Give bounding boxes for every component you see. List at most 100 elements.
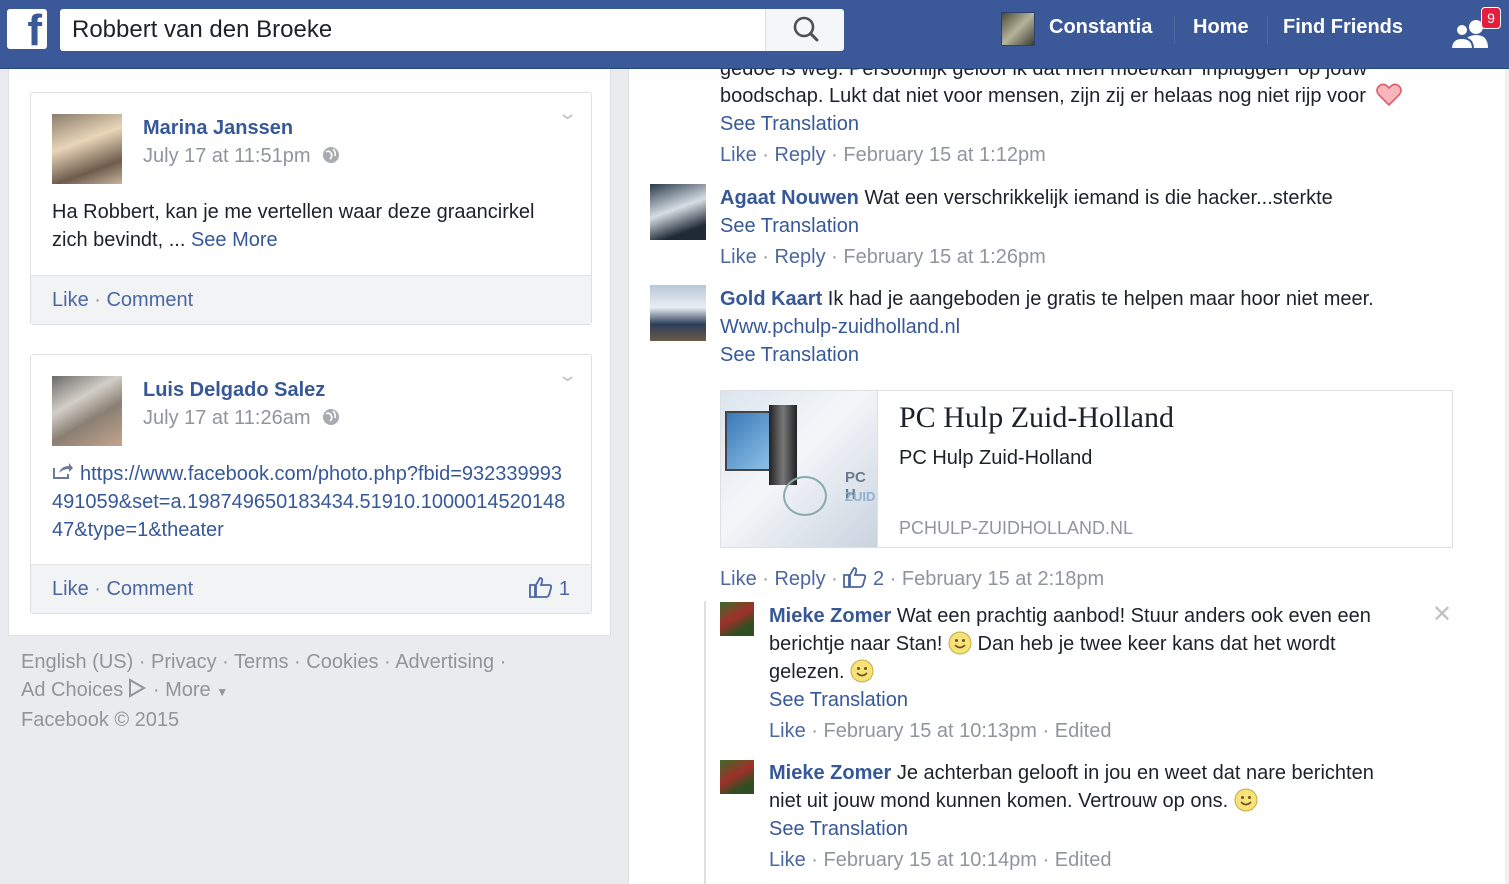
reply-timestamp[interactable]: February 15 at 10:14pm: [823, 849, 1036, 871]
see-translation-link[interactable]: See Translation: [720, 212, 859, 240]
reply-link[interactable]: Reply: [774, 246, 825, 268]
post-author[interactable]: Luis Delgado Salez: [143, 379, 325, 402]
like-link[interactable]: Like: [720, 144, 757, 166]
facebook-logo[interactable]: f: [7, 9, 47, 53]
footer-language-link[interactable]: English (US): [21, 651, 133, 673]
comment-link[interactable]: Comment: [106, 578, 193, 600]
comment-timestamp[interactable]: February 15 at 1:12pm: [843, 144, 1045, 166]
post-author[interactable]: Marina Janssen: [143, 117, 293, 140]
avatar[interactable]: [720, 602, 754, 636]
comment-actions: Like · Reply · February 15 at 1:26pm: [720, 246, 1046, 268]
comment-link[interactable]: Comment: [106, 289, 193, 311]
profile-avatar[interactable]: [1001, 12, 1035, 46]
avatar[interactable]: [650, 285, 706, 341]
post-card: Luis Delgado Salez July 17 at 11:26am ⌄ …: [30, 354, 592, 614]
post-text: Ha Robbert, kan je me vertellen waar dez…: [52, 201, 535, 251]
footer-terms-link[interactable]: Terms: [234, 651, 288, 673]
chevron-down-icon[interactable]: ⌄: [557, 103, 578, 124]
profile-name-link[interactable]: Constantia: [1049, 16, 1152, 39]
commenter-name[interactable]: Agaat Nouwen: [720, 187, 859, 209]
close-icon[interactable]: ✕: [1432, 600, 1452, 628]
search-input[interactable]: [60, 9, 765, 51]
commenter-name[interactable]: Mieke Zomer: [769, 605, 891, 627]
smiley-icon: [948, 631, 972, 655]
reply-text: Mieke Zomer Je achterban gelooft in jou …: [769, 762, 1374, 812]
comment-text: boodschap. Lukt dat niet voor mensen, zi…: [720, 82, 1402, 110]
comment-text: Agaat Nouwen Wat een verschrikkelijk iem…: [720, 187, 1333, 209]
footer-advertising-link[interactable]: Advertising: [395, 651, 494, 673]
likes-count[interactable]: 1: [529, 565, 570, 614]
footer-cookies-link[interactable]: Cookies: [306, 651, 378, 673]
comment-actions: Like · Reply · February 15 at 1:12pm: [720, 144, 1046, 166]
reply-actions: Like · February 15 at 10:14pm · Edited: [769, 849, 1112, 871]
commenter-name[interactable]: Mieke Zomer: [769, 762, 891, 784]
link-preview-description: PC Hulp Zuid-Holland: [899, 447, 1093, 469]
see-translation-link[interactable]: See Translation: [720, 110, 859, 138]
search-box: [60, 9, 844, 51]
like-link[interactable]: Like: [769, 849, 806, 871]
scrollbar[interactable]: [1505, 69, 1509, 884]
post-card: Marina Janssen July 17 at 11:51pm ⌄ Ha R…: [30, 92, 592, 325]
home-link[interactable]: Home: [1193, 16, 1249, 39]
link-preview-title[interactable]: PC Hulp Zuid-Holland: [899, 401, 1174, 435]
thumbs-up-icon: [843, 567, 867, 588]
reply-link[interactable]: Reply: [774, 568, 825, 590]
like-link[interactable]: Like: [52, 289, 89, 311]
reply-actions: Like · February 15 at 10:13pm · Edited: [769, 720, 1112, 742]
avatar[interactable]: [650, 184, 706, 240]
post-timestamp[interactable]: July 17 at 11:51pm: [143, 145, 340, 168]
avatar[interactable]: [52, 376, 122, 446]
smiley-icon: [1234, 788, 1258, 812]
avatar[interactable]: [720, 760, 754, 794]
ad-choices-icon: [129, 678, 147, 698]
see-translation-link[interactable]: See Translation: [720, 341, 859, 369]
see-more-link[interactable]: See More: [191, 229, 278, 251]
comment-timestamp[interactable]: February 15 at 2:18pm: [902, 568, 1104, 590]
commenter-name[interactable]: Gold Kaart: [720, 288, 822, 310]
left-column: Marina Janssen July 17 at 11:51pm ⌄ Ha R…: [8, 69, 611, 636]
see-translation-link[interactable]: See Translation: [769, 815, 908, 843]
chevron-down-icon[interactable]: ⌄: [557, 365, 578, 386]
footer-ad-choices-link[interactable]: Ad Choices: [21, 679, 123, 701]
caret-down-icon: ▼: [216, 685, 229, 699]
smiley-icon: [850, 659, 874, 683]
comment-timestamp[interactable]: February 15 at 1:26pm: [843, 246, 1045, 268]
see-translation-link[interactable]: See Translation: [769, 686, 908, 714]
footer-privacy-link[interactable]: Privacy: [151, 651, 217, 673]
edited-label[interactable]: Edited: [1055, 720, 1112, 742]
website-link[interactable]: Www.pchulp-zuidholland.nl: [720, 313, 960, 341]
thumbs-up-icon: [529, 577, 553, 598]
avatar[interactable]: [52, 114, 122, 184]
post-link-body: https://www.facebook.com/photo.php?fbid=…: [52, 460, 572, 544]
reply-link[interactable]: Reply: [774, 144, 825, 166]
like-link[interactable]: Like: [769, 720, 806, 742]
like-link[interactable]: Like: [52, 578, 89, 600]
footer-more-link[interactable]: More: [165, 679, 211, 701]
top-navigation-bar: f Constantia Home Find Friends 9: [0, 0, 1509, 69]
footer-copyright: Facebook © 2015: [21, 709, 180, 731]
page-footer: English (US) · Privacy · Terms · Cookies…: [21, 648, 581, 734]
post-actions: Like · Comment 1: [31, 564, 591, 613]
link-preview-image: PC H ZUID: [721, 391, 878, 547]
search-button[interactable]: [765, 9, 844, 51]
link-preview-card[interactable]: PC H ZUID PC Hulp Zuid-Holland PC Hulp Z…: [720, 390, 1453, 548]
like-link[interactable]: Like: [720, 568, 757, 590]
find-friends-link[interactable]: Find Friends: [1283, 16, 1403, 39]
heart-icon: [1375, 83, 1402, 107]
share-icon: [53, 463, 73, 479]
search-icon: [793, 16, 819, 42]
post-actions: Like · Comment: [31, 275, 591, 324]
like-link[interactable]: Like: [720, 246, 757, 268]
link-preview-domain: PCHULP-ZUIDHOLLAND.NL: [899, 518, 1134, 538]
shared-url-link[interactable]: https://www.facebook.com/photo.php?fbid=…: [52, 463, 565, 541]
reply-thread-line: [704, 601, 706, 884]
nav-divider: [1267, 16, 1268, 44]
likes-count[interactable]: 2: [843, 567, 884, 590]
globe-icon: [323, 147, 340, 163]
post-timestamp[interactable]: July 17 at 11:26am: [143, 407, 340, 430]
friend-requests-badge: 9: [1481, 7, 1501, 29]
reply-timestamp[interactable]: February 15 at 10:13pm: [823, 720, 1036, 742]
globe-icon: [323, 409, 340, 425]
edited-label[interactable]: Edited: [1055, 849, 1112, 871]
comment-text: Gold Kaart Ik had je aangeboden je grati…: [720, 288, 1374, 310]
